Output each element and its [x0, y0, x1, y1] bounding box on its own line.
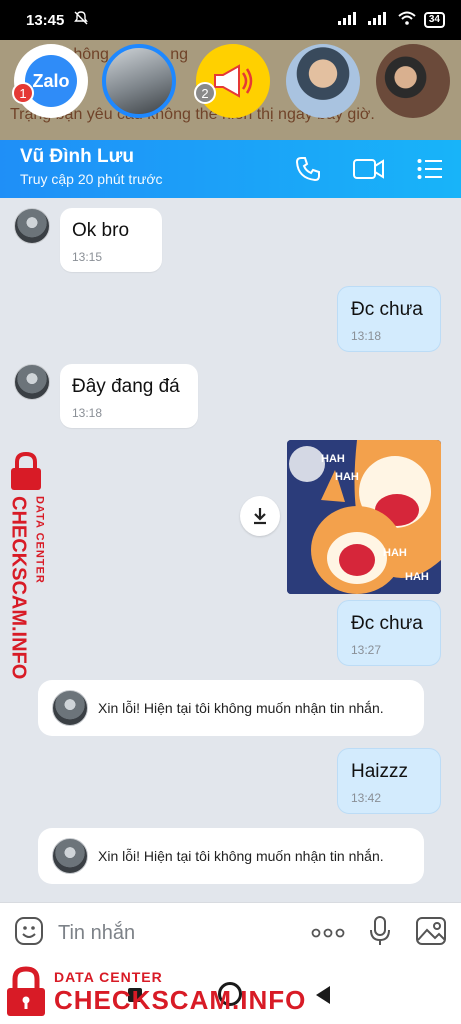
chat-bubble-vu-dinh-luu[interactable] [102, 44, 176, 118]
menu-list-icon[interactable] [417, 158, 443, 185]
call-icon[interactable] [295, 156, 321, 187]
watermark-subtitle: DATA CENTER [33, 496, 46, 584]
sticker-image[interactable]: HAH HAH HAH HAH [287, 440, 441, 594]
sticker-text: HAH [321, 453, 345, 465]
message-text: Đc chưa [351, 613, 423, 634]
download-button[interactable] [240, 496, 280, 536]
lock-icon [7, 966, 45, 1016]
mute-icon [74, 11, 89, 29]
auto-reply-message[interactable]: Xin lỗi! Hiện tại tôi không muốn nhận ti… [38, 680, 424, 736]
message-time: 13:27 [351, 643, 382, 657]
avatar[interactable] [14, 208, 50, 244]
mic-icon[interactable] [369, 916, 391, 951]
sticker-text: HAH [335, 471, 359, 483]
zalo-logo: Zalo [25, 55, 77, 107]
watermark-subtitle: DATA CENTER [54, 968, 163, 985]
megaphone-icon [214, 64, 253, 98]
auto-reply-text: Xin lỗi! Hiện tại tôi không muốn nhận ti… [98, 700, 384, 716]
watermark-title: CHECKSCAM.INFO [7, 496, 30, 680]
download-icon [254, 508, 266, 525]
chat-bubble-contact-2[interactable] [376, 44, 450, 118]
message-time: 13:42 [351, 791, 382, 805]
megaphone-bubble[interactable] [196, 44, 270, 118]
outgoing-message[interactable]: Đc chưa 13:18 [337, 286, 441, 352]
sticker-text: HAH [405, 571, 429, 583]
watermark-title: CHECKSCAM.INFO [54, 984, 307, 1015]
auto-reply-message[interactable]: Xin lỗi! Hiện tại tôi không muốn nhận ti… [38, 828, 424, 884]
message-text: Đây đang đá [72, 376, 180, 397]
avatar [52, 838, 88, 874]
count-badge: 2 [194, 82, 216, 104]
message-time: 13:15 [72, 250, 103, 264]
auto-reply-text: Xin lỗi! Hiện tại tôi không muốn nhận ti… [98, 848, 384, 864]
status-time: 13:45 [26, 11, 65, 29]
message-list[interactable]: Ok bro 13:15 Đc chưa 13:18 Đây đang đá 1… [0, 198, 461, 902]
back-button[interactable] [316, 986, 330, 1004]
message-text: Haizzz [351, 761, 409, 782]
image-icon[interactable] [415, 916, 447, 951]
message-input[interactable]: Tin nhắn [58, 922, 311, 945]
sticker-text: HAH [383, 547, 407, 559]
message-time: 13:18 [351, 329, 382, 343]
avatar [52, 690, 88, 726]
message-text: Đc chưa [351, 299, 423, 320]
bubble-heads-bar: ...hông ... ấy ... ng Trạng bạn yêu cầu … [0, 40, 461, 140]
incoming-message[interactable]: Đây đang đá 13:18 [14, 364, 198, 428]
unread-badge: 1 [12, 82, 34, 104]
emoji-icon[interactable] [14, 916, 44, 951]
watermark-bottom: DATA CENTER CHECKSCAM.INFO [4, 966, 306, 1018]
incoming-message[interactable]: Ok bro 13:15 [14, 208, 162, 272]
message-time: 13:18 [72, 406, 103, 420]
outgoing-message[interactable]: Đc chưa 13:27 [337, 600, 441, 666]
lock-icon [11, 452, 41, 490]
zalo-bubble[interactable]: Zalo [14, 44, 88, 118]
message-composer: Tin nhắn [0, 902, 461, 964]
outgoing-message[interactable]: Haizzz 13:42 [337, 748, 441, 814]
signal-icon-2 [367, 11, 390, 29]
signal-icon [337, 11, 360, 29]
avatar[interactable] [14, 364, 50, 400]
battery-indicator: 34 [423, 12, 445, 28]
wifi-icon [398, 11, 416, 29]
video-call-icon[interactable] [353, 157, 385, 186]
chat-bubble-contact-1[interactable] [286, 44, 360, 118]
watermark-vertical: CHECKSCAM.INFO DATA CENTER [2, 452, 50, 679]
status-bar: 13:45 34 [0, 0, 461, 40]
chat-header: Vũ Đình Lưu Truy cập 20 phút trước [0, 140, 461, 198]
more-icon[interactable] [311, 925, 345, 943]
message-text: Ok bro [72, 220, 130, 241]
